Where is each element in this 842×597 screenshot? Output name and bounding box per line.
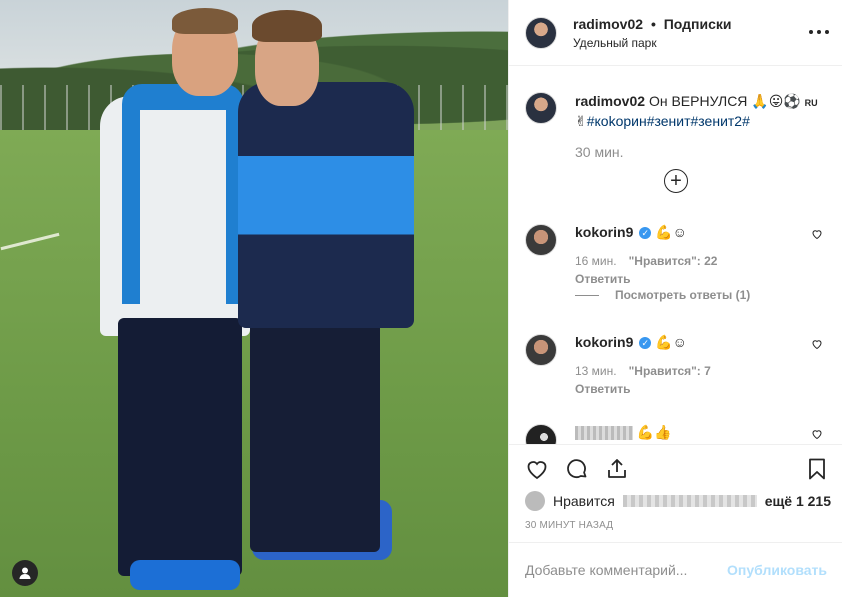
view-replies-line xyxy=(575,294,599,296)
comment-icon[interactable] xyxy=(565,457,589,481)
comment-text: 💪☺ xyxy=(655,224,687,240)
likes-more-count[interactable]: ещё 1 215 xyxy=(765,493,831,509)
caption-flag: RU xyxy=(804,98,818,108)
post-timestamp[interactable]: 30 минут назад xyxy=(525,520,613,531)
caption-text-2: ✌ xyxy=(575,113,587,129)
player1-hair xyxy=(172,8,238,34)
comment-time[interactable]: 13 мин. xyxy=(575,364,617,378)
comment-likes[interactable]: "Нравится": 7 xyxy=(629,364,711,378)
comment-text: 💪☺ xyxy=(655,334,687,350)
heart-icon[interactable] xyxy=(525,457,549,481)
comment-author-avatar[interactable] xyxy=(525,424,557,444)
view-replies-label: Посмотреть ответы (1) xyxy=(615,288,751,302)
comment-like-icon[interactable] xyxy=(811,428,823,440)
comment-author[interactable]: kokorin9 xyxy=(575,334,633,350)
comment-author[interactable]: kokorin9 xyxy=(575,224,633,240)
more-dots-icon[interactable] xyxy=(809,24,829,40)
comment-body: kokorin9 ✓ 💪☺ xyxy=(575,334,795,351)
post-header-text: radimov02 • Подписки Удельный парк xyxy=(573,16,732,50)
post-photo[interactable] xyxy=(0,0,508,597)
post-side-panel: radimov02 • Подписки Удельный парк radim… xyxy=(508,0,842,597)
user-tag-icon[interactable] xyxy=(12,560,38,586)
comment-author-avatar[interactable] xyxy=(525,334,557,366)
player2-jacket xyxy=(238,82,414,328)
load-more-comments-button[interactable]: + xyxy=(664,169,688,193)
comment-body: kokorin9 ✓ 💪☺ xyxy=(575,224,795,241)
caption-body: radimov02 Он ВЕРНУЛСЯ 🙏😛⚽ RU ✌#коkoрин#з… xyxy=(575,92,825,130)
player2-pants xyxy=(250,320,380,552)
verified-badge-icon: ✓ xyxy=(639,337,652,350)
likes-summary[interactable]: Нравится ещё 1 215 xyxy=(525,490,831,512)
comment-item: kokorin9 ✓ 💪☺ 16 мин. "Нравится": 22 Отв… xyxy=(525,224,825,304)
comment-meta: 13 мин. "Нравится": 7 Ответить xyxy=(575,364,711,396)
comment-item: kokorin9 ✓ 💪☺ 13 мин. "Нравится": 7 Отве… xyxy=(525,334,825,404)
verified-badge-icon: ✓ xyxy=(639,227,652,240)
following-button[interactable]: Подписки xyxy=(664,16,732,32)
comment-text: 💪👍 xyxy=(636,424,672,440)
comment-likes[interactable]: "Нравится": 22 xyxy=(629,254,718,268)
comment-like-icon[interactable] xyxy=(811,338,823,350)
likes-label: Нравится xyxy=(553,493,615,509)
comment-body: 💪👍 xyxy=(575,424,795,441)
post-caption: radimov02 Он ВЕРНУЛСЯ 🙏😛⚽ RU ✌#коkoрин#з… xyxy=(525,92,825,130)
caption-hashtags[interactable]: #коkoрин#зенит#зенит2# xyxy=(587,113,750,129)
comments-section[interactable]: radimov02 Он ВЕРНУЛСЯ 🙏😛⚽ RU ✌#коkoрин#з… xyxy=(509,66,842,444)
player1-pants xyxy=(118,318,242,576)
add-comment-bar: Добавьте комментарий... Опубликовать xyxy=(509,542,842,597)
comment-item: 💪👍 xyxy=(525,424,825,444)
author-avatar[interactable] xyxy=(525,16,557,49)
comment-meta: 16 мин. "Нравится": 22 Ответить xyxy=(575,254,717,286)
post-header: radimov02 • Подписки Удельный парк xyxy=(509,0,842,66)
comment-author-avatar[interactable] xyxy=(525,224,557,256)
post-actions xyxy=(509,444,842,492)
player1-shoes xyxy=(130,560,240,590)
post-header-line: radimov02 • Подписки xyxy=(573,16,732,32)
author-username[interactable]: radimov02 xyxy=(573,16,643,32)
blurred-username xyxy=(575,426,633,441)
view-replies-button[interactable]: Посмотреть ответы (1) xyxy=(575,288,750,302)
comment-like-icon[interactable] xyxy=(811,228,823,240)
reply-button[interactable]: Ответить xyxy=(575,382,711,396)
bookmark-icon[interactable] xyxy=(805,457,829,481)
caption-text: Он ВЕРНУЛСЯ 🙏😛⚽ xyxy=(648,93,801,109)
post-location[interactable]: Удельный парк xyxy=(573,36,732,50)
player1-sweater xyxy=(122,84,244,304)
liker-avatar xyxy=(525,491,545,511)
blurred-liker-names xyxy=(622,495,757,507)
caption-author-avatar[interactable] xyxy=(525,92,557,124)
caption-time: 30 мин. xyxy=(575,144,624,160)
share-icon[interactable] xyxy=(605,457,629,481)
reply-button[interactable]: Ответить xyxy=(575,272,717,286)
publish-button[interactable]: Опубликовать xyxy=(727,562,827,578)
player2-hair xyxy=(252,10,322,42)
comment-time[interactable]: 16 мин. xyxy=(575,254,617,268)
comment-input[interactable]: Добавьте комментарий... xyxy=(525,562,727,578)
header-separator: • xyxy=(650,15,656,32)
caption-author[interactable]: radimov02 xyxy=(575,93,645,109)
